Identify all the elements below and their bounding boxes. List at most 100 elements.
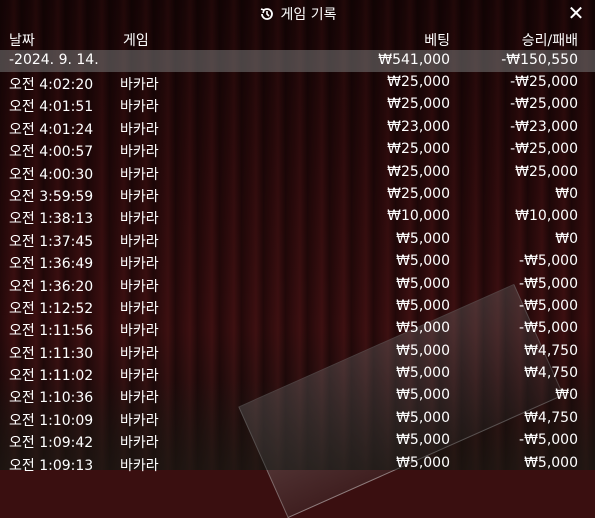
- row-win-loss: -₩5,000: [519, 320, 578, 337]
- row-game: 바카라: [120, 390, 159, 407]
- title-bar: 게임 기록 ✕: [0, 0, 595, 28]
- row-bet: ₩5,000: [396, 432, 450, 449]
- row-time: 오전 1:09:42: [9, 435, 94, 452]
- row-time: 오전 1:36:49: [9, 256, 94, 273]
- row-time: 오전 3:59:59: [9, 188, 94, 205]
- row-bet: ₩25,000: [387, 141, 450, 158]
- row-bet: ₩5,000: [396, 454, 450, 471]
- row-time: 오전 1:10:36: [9, 390, 94, 407]
- row-game: 바카라: [120, 99, 159, 116]
- summary-win-loss: -₩150,550: [501, 52, 578, 68]
- row-bet: ₩25,000: [387, 163, 450, 180]
- row-game: 바카라: [120, 345, 159, 362]
- history-row[interactable]: 오전 4:02:20 바카라 ₩25,000 -₩25,000: [0, 72, 595, 94]
- header-win-loss: 승리/패배: [521, 33, 578, 49]
- row-win-loss: ₩0: [555, 387, 578, 404]
- history-row[interactable]: 오전 1:11:56 바카라 ₩5,000 -₩5,000: [0, 318, 595, 340]
- history-list: 오전 4:02:20 바카라 ₩25,000 -₩25,000 오전 4:01:51 바카…: [0, 72, 595, 475]
- row-game: 바카라: [120, 77, 159, 93]
- history-row[interactable]: 오전 4:01:51 바카라 ₩25,000 -₩25,000: [0, 94, 595, 116]
- row-game: 바카라: [120, 323, 159, 340]
- row-bet: ₩25,000: [387, 185, 450, 202]
- history-row[interactable]: 오전 1:10:36 바카라 ₩5,000 ₩0: [0, 385, 595, 407]
- row-game: 바카라: [120, 188, 159, 205]
- row-bet: ₩5,000: [396, 253, 450, 270]
- row-bet: ₩5,000: [396, 320, 450, 337]
- history-row[interactable]: 오전 1:12:52 바카라 ₩5,000 -₩5,000: [0, 296, 595, 318]
- row-win-loss: ₩0: [555, 230, 578, 247]
- row-bet: ₩5,000: [396, 365, 450, 382]
- row-win-loss: -₩25,000: [510, 74, 578, 90]
- row-game: 바카라: [120, 457, 159, 474]
- row-time: 오전 1:10:09: [9, 412, 94, 429]
- row-game: 바카라: [120, 435, 159, 452]
- title-wrap: 게임 기록: [259, 4, 337, 24]
- row-win-loss: -₩23,000: [510, 118, 578, 135]
- row-game: 바카라: [120, 368, 159, 385]
- history-row[interactable]: 오전 1:36:20 바카라 ₩5,000 -₩5,000: [0, 274, 595, 296]
- row-bet: ₩5,000: [396, 409, 450, 426]
- row-bet: ₩23,000: [387, 118, 450, 135]
- row-time: 오전 4:00:57: [9, 144, 94, 161]
- row-time: 오전 1:11:30: [9, 345, 94, 362]
- history-row[interactable]: 오전 1:09:13 바카라 ₩5,000 ₩5,000: [0, 453, 595, 475]
- history-row[interactable]: 오전 1:38:13 바카라 ₩10,000 ₩10,000: [0, 206, 595, 228]
- row-win-loss: -₩25,000: [510, 141, 578, 158]
- row-time: 오전 4:01:24: [9, 121, 94, 138]
- history-row[interactable]: 오전 1:37:45 바카라 ₩5,000 ₩0: [0, 229, 595, 251]
- row-game: 바카라: [120, 300, 159, 317]
- row-bet: ₩5,000: [396, 230, 450, 247]
- history-row[interactable]: 오전 4:01:24 바카라 ₩23,000 -₩23,000: [0, 117, 595, 139]
- row-bet: ₩10,000: [387, 208, 450, 225]
- close-icon: ✕: [567, 1, 585, 25]
- history-row[interactable]: 오전 1:10:09 바카라 ₩5,000 ₩4,750: [0, 408, 595, 430]
- history-row[interactable]: 오전 1:09:42 바카라 ₩5,000 -₩5,000: [0, 430, 595, 452]
- date-summary-row[interactable]: -2024. 9. 14. ₩541,000 -₩150,550: [0, 50, 595, 72]
- row-game: 바카라: [120, 233, 159, 250]
- header-game: 게임: [123, 33, 149, 49]
- row-bet: ₩5,000: [396, 275, 450, 292]
- row-win-loss: -₩5,000: [519, 275, 578, 292]
- row-time: 오전 1:38:13: [9, 211, 94, 228]
- row-time: 오전 1:11:02: [9, 368, 94, 385]
- row-game: 바카라: [120, 211, 159, 228]
- row-time: 오전 1:12:52: [9, 300, 94, 317]
- summary-bet: ₩541,000: [378, 52, 450, 68]
- row-win-loss: ₩4,750: [524, 342, 578, 359]
- row-bet: ₩25,000: [387, 74, 450, 90]
- row-time: 오전 1:37:45: [9, 233, 94, 250]
- row-time: 오전 1:09:13: [9, 457, 94, 474]
- row-win-loss: -₩5,000: [519, 297, 578, 314]
- row-win-loss: -₩5,000: [519, 253, 578, 270]
- history-row[interactable]: 오전 4:00:30 바카라 ₩25,000 ₩25,000: [0, 162, 595, 184]
- row-win-loss: -₩5,000: [519, 432, 578, 449]
- row-bet: ₩5,000: [396, 387, 450, 404]
- row-time: 오전 4:02:20: [9, 77, 94, 93]
- history-row[interactable]: 오전 1:11:02 바카라 ₩5,000 ₩4,750: [0, 363, 595, 385]
- row-win-loss: ₩5,000: [524, 454, 578, 471]
- row-win-loss: ₩0: [555, 185, 578, 202]
- row-win-loss: ₩4,750: [524, 365, 578, 382]
- history-icon: [259, 6, 275, 22]
- row-win-loss: ₩10,000: [515, 208, 578, 225]
- header-date: 날짜: [9, 33, 35, 49]
- row-win-loss: ₩25,000: [515, 163, 578, 180]
- row-bet: ₩25,000: [387, 96, 450, 113]
- column-header: 날짜 게임 베팅 승리/패배: [0, 28, 595, 50]
- header-bet: 베팅: [424, 33, 450, 49]
- row-game: 바카라: [120, 278, 159, 295]
- row-game: 바카라: [120, 412, 159, 429]
- history-row[interactable]: 오전 3:59:59 바카라 ₩25,000 ₩0: [0, 184, 595, 206]
- row-time: 오전 4:00:30: [9, 166, 94, 183]
- game-history-panel: 게임 기록 ✕ 날짜 게임 베팅 승리/패배 -2024. 9. 14. ₩54…: [0, 0, 595, 474]
- page-title: 게임 기록: [280, 7, 337, 23]
- summary-date: -2024. 9. 14.: [9, 52, 99, 68]
- row-time: 오전 1:36:20: [9, 278, 94, 295]
- history-row[interactable]: 오전 1:11:30 바카라 ₩5,000 ₩4,750: [0, 341, 595, 363]
- history-row[interactable]: 오전 1:36:49 바카라 ₩5,000 -₩5,000: [0, 251, 595, 273]
- history-row[interactable]: 오전 4:00:57 바카라 ₩25,000 -₩25,000: [0, 139, 595, 161]
- row-time: 오전 4:01:51: [9, 99, 94, 116]
- row-game: 바카라: [120, 166, 159, 183]
- row-win-loss: ₩4,750: [524, 409, 578, 426]
- close-button[interactable]: ✕: [566, 3, 586, 23]
